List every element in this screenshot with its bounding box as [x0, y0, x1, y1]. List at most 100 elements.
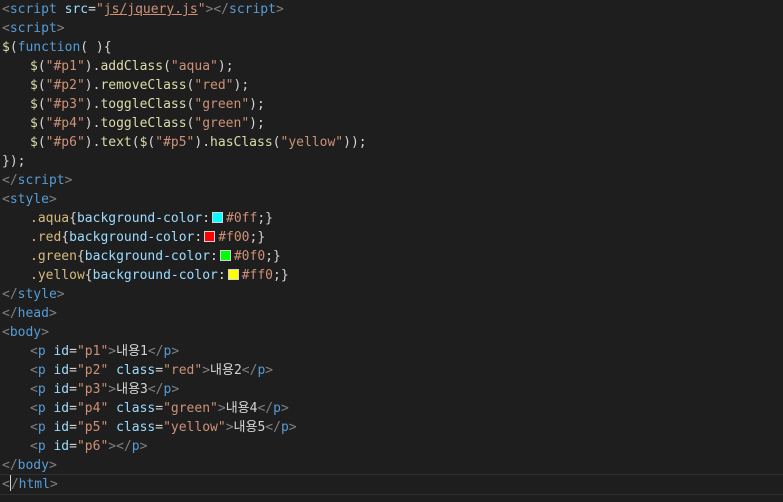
code-line[interactable]: $("#p2").removeClass("red"); [0, 76, 783, 95]
code-token: < [2, 192, 10, 207]
code-token: #ff0 [241, 268, 273, 283]
code-line[interactable]: $("#p6").text($("#p5").hasClass("yellow"… [0, 133, 783, 152]
code-token: style [9, 192, 49, 207]
code-line[interactable]: $(function( ){ [0, 38, 783, 57]
code-line[interactable]: </html> [0, 474, 783, 495]
code-line[interactable]: }); [0, 152, 783, 171]
code-token: "p2" [76, 363, 109, 378]
code-token: ;} [265, 249, 281, 264]
code-line[interactable]: <p id="p4" class="green">내용4</p> [0, 399, 783, 418]
code-token: html [18, 477, 50, 492]
code-editor[interactable]: <script src="js/jquery.js"></script> <scr… [0, 0, 783, 502]
code-token: = [69, 439, 77, 454]
code-line[interactable]: .red{background-color: #f00;} [0, 228, 783, 247]
code-line[interactable]: <style> [0, 190, 783, 209]
code-token: ( [37, 78, 46, 93]
code-line[interactable]: $("#p4").toggleClass("green"); [0, 114, 783, 133]
code-token: > [265, 363, 274, 378]
code-token: = [69, 401, 77, 416]
code-token: ); [249, 116, 265, 131]
code-token: < [30, 439, 38, 454]
code-token: hasClass [210, 135, 273, 150]
code-token: "#p6" [45, 135, 85, 150]
code-token: p [273, 401, 281, 416]
code-token: ). [84, 135, 101, 150]
code-line[interactable]: .yellow{background-color: #ff0;} [0, 266, 783, 285]
code-token: = [88, 2, 96, 17]
code-line[interactable]: <p id="p2" class="red">내용2</p> [0, 361, 783, 380]
code-token: background-color [76, 211, 203, 226]
code-token: body [9, 325, 42, 340]
code-token: ( ){ [80, 40, 112, 55]
code-line[interactable]: <p id="p1">내용1</p> [0, 342, 783, 361]
code-token: script [9, 21, 57, 36]
code-token: #0f0 [233, 249, 266, 264]
code-token: : [217, 268, 226, 283]
code-token: ( [37, 116, 46, 131]
code-token: "#p4" [45, 116, 85, 131]
code-token: ). [84, 59, 101, 74]
code-token: { [84, 268, 93, 283]
code-token: style [17, 287, 57, 302]
code-token: > [48, 458, 57, 473]
code-token: background-color [84, 249, 211, 264]
code-token: ); [233, 78, 250, 93]
code-line[interactable]: <script src="js/jquery.js"></script> [0, 0, 783, 19]
code-token: > [56, 287, 65, 302]
code-token: ); [217, 59, 234, 74]
code-line[interactable]: $("#p1").addClass("aqua"); [0, 57, 783, 76]
code-token: script [17, 173, 65, 188]
code-token: #f00 [218, 230, 250, 245]
code-token: </ [2, 173, 18, 188]
code-token: </ [147, 382, 164, 397]
code-token: 내용1 [116, 344, 148, 359]
code-token: ( [37, 97, 46, 112]
code-token: ( [9, 40, 18, 55]
code-line[interactable]: </head> [0, 304, 783, 323]
code-token: "green" [163, 401, 218, 416]
code-token: "p3" [76, 382, 109, 397]
code-token: </ [2, 287, 18, 302]
code-token: .yellow [30, 268, 85, 283]
code-line[interactable]: <p id="p5" class="yellow">내용5</p> [0, 418, 783, 437]
code-token: > [41, 325, 49, 340]
code-token: / [10, 477, 19, 492]
code-token: 내용2 [210, 363, 242, 378]
code-token: "red" [194, 78, 234, 93]
code-line[interactable]: $("#p3").toggleClass("green"); [0, 95, 783, 114]
code-line[interactable]: .green{background-color: #0f0;} [0, 247, 783, 266]
code-token: "p5" [76, 420, 109, 435]
code-token: "#p3" [45, 97, 85, 112]
code-token: </ [265, 420, 281, 435]
code-token: : [194, 230, 203, 245]
code-token: ( [37, 135, 46, 150]
code-line[interactable]: </body> [0, 456, 783, 475]
code-line[interactable]: <body> [0, 323, 783, 342]
code-token: class [116, 401, 156, 416]
code-token: 내용3 [116, 382, 148, 397]
code-token: "#p5" [155, 135, 195, 150]
code-token: class [116, 420, 156, 435]
color-swatch [227, 269, 239, 280]
code-token: "yellow" [280, 135, 344, 150]
code-token: toggleClass [100, 97, 187, 112]
code-token: p [280, 420, 289, 435]
code-line[interactable]: <p id="p3">내용3</p> [0, 380, 783, 399]
code-token: > [108, 344, 117, 359]
code-line[interactable]: </script> [0, 171, 783, 190]
code-token: }); [2, 154, 26, 169]
code-token: id [53, 439, 70, 454]
code-token: = [69, 420, 77, 435]
code-token: > [48, 306, 57, 321]
code-token: background-color [69, 230, 195, 245]
code-line[interactable]: <script> [0, 19, 783, 38]
code-token: ); [249, 97, 265, 112]
code-token: script [229, 2, 276, 17]
code-token: id [53, 420, 70, 435]
code-line[interactable]: </style> [0, 285, 783, 304]
code-line[interactable]: <p id="p6"></p> [0, 437, 783, 456]
code-token: = [155, 401, 164, 416]
code-token: ( [272, 135, 281, 150]
code-line[interactable]: .aqua{background-color: #0ff;} [0, 209, 783, 228]
